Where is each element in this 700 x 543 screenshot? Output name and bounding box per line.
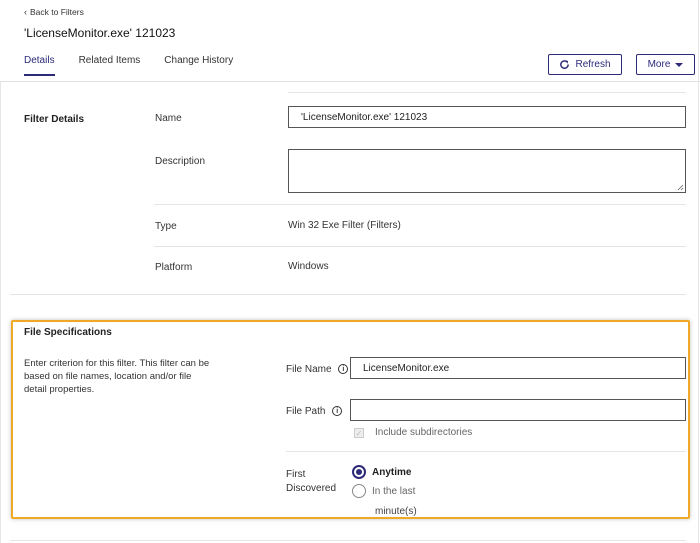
platform-label: Platform xyxy=(155,262,193,273)
tab-details[interactable]: Details xyxy=(24,55,55,76)
anytime-label: Anytime xyxy=(372,467,412,478)
description-textarea[interactable] xyxy=(288,149,686,193)
anytime-radio[interactable] xyxy=(352,465,366,479)
caret-down-icon xyxy=(675,62,684,67)
more-label: More xyxy=(647,59,671,70)
include-subdirectories-checkbox[interactable]: ✓ xyxy=(354,428,364,438)
row-divider xyxy=(286,451,686,452)
in-the-last-radio[interactable] xyxy=(352,484,366,498)
type-value: Win 32 Exe Filter (Filters) xyxy=(288,220,401,231)
file-name-label-text: File Name xyxy=(286,364,332,375)
tabs-divider xyxy=(0,81,700,82)
info-icon[interactable]: i xyxy=(338,364,349,375)
type-label: Type xyxy=(155,221,177,232)
file-path-label: File Path i xyxy=(286,406,343,417)
more-button[interactable]: More xyxy=(636,54,695,75)
file-spec-description-line3: detail properties. xyxy=(24,384,95,395)
page-title: 'LicenseMonitor.exe' 121023 xyxy=(24,26,176,40)
in-the-last-label: In the last xyxy=(372,486,416,497)
file-path-input[interactable] xyxy=(350,399,686,421)
back-to-filters-link[interactable]: ‹ Back to Filters xyxy=(24,7,84,17)
file-name-label: File Name i xyxy=(286,364,349,375)
include-subdirectories-label: Include subdirectories xyxy=(375,427,473,438)
tab-change-history[interactable]: Change History xyxy=(164,55,233,76)
row-divider xyxy=(154,204,686,205)
minutes-label: minute(s) xyxy=(375,506,417,517)
tab-bar: Details Related Items Change History xyxy=(24,55,257,76)
section-top-divider xyxy=(288,92,686,93)
file-spec-description-line2: based on file names, location and/or fil… xyxy=(24,371,192,382)
platform-value: Windows xyxy=(288,261,329,272)
file-specifications-title: File Specifications xyxy=(24,327,112,338)
file-name-input[interactable] xyxy=(350,357,686,379)
name-label: Name xyxy=(155,113,182,124)
resize-grip-icon xyxy=(677,184,684,191)
refresh-label: Refresh xyxy=(575,59,611,70)
back-link-label: Back to Filters xyxy=(30,7,84,17)
info-icon[interactable]: i xyxy=(332,406,343,417)
description-label: Description xyxy=(155,156,206,167)
first-label: First xyxy=(286,469,306,480)
section-divider xyxy=(10,294,686,295)
file-spec-description-line1: Enter criterion for this filter. This fi… xyxy=(24,358,210,369)
filter-details-title: Filter Details xyxy=(24,114,85,125)
discovered-label: Discovered xyxy=(286,483,337,494)
name-input[interactable] xyxy=(288,106,686,128)
refresh-icon xyxy=(560,60,570,69)
refresh-button[interactable]: Refresh xyxy=(548,54,622,75)
bottom-divider xyxy=(10,540,686,541)
row-divider xyxy=(154,246,686,247)
tab-related-items[interactable]: Related Items xyxy=(79,55,141,76)
file-path-label-text: File Path xyxy=(286,406,326,417)
chevron-left-icon: ‹ xyxy=(24,6,27,17)
left-border xyxy=(0,82,1,543)
